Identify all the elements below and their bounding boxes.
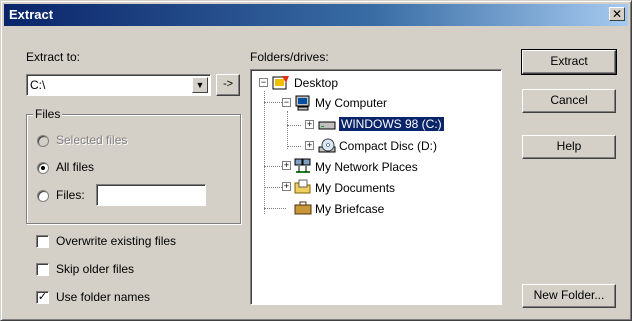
- skip-older-checkbox[interactable]: [36, 263, 49, 276]
- window-title: Extract: [9, 7, 54, 22]
- tree-line: [264, 102, 284, 103]
- help-button[interactable]: Help: [522, 135, 616, 159]
- use-folder-names-label: Use folder names: [56, 290, 151, 304]
- all-files-radio[interactable]: [37, 162, 49, 174]
- network-icon: [294, 158, 311, 173]
- tree-line: [287, 146, 301, 147]
- cd-drive-icon: [318, 138, 336, 153]
- chevron-down-icon[interactable]: ▼: [192, 77, 208, 93]
- files-pattern-input[interactable]: [96, 184, 206, 206]
- collapse-my-computer[interactable]: −: [282, 98, 291, 107]
- radio-selected-dot: [41, 166, 45, 170]
- collapse-desktop[interactable]: −: [259, 78, 268, 87]
- extract-button[interactable]: Extract: [521, 49, 617, 75]
- expand-network[interactable]: +: [282, 161, 291, 170]
- tree-line: [264, 166, 282, 167]
- extract-to-combo[interactable]: C:\ ▼: [26, 74, 211, 96]
- tree-node-my-computer[interactable]: My Computer: [315, 96, 387, 110]
- close-button[interactable]: ✕: [609, 7, 625, 21]
- desktop-icon: [272, 76, 289, 90]
- files-group-title: Files: [33, 107, 63, 121]
- new-folder-button[interactable]: New Folder...: [522, 284, 616, 308]
- extract-dialog: Extract ✕ Extract to: C:\ ▼ -> Files Sel…: [0, 0, 632, 321]
- cancel-button[interactable]: Cancel: [522, 89, 616, 113]
- documents-folder-icon: [294, 179, 311, 194]
- overwrite-label: Overwrite existing files: [56, 234, 177, 248]
- selected-files-label: Selected files: [56, 133, 128, 147]
- tree-node-c-drive[interactable]: WINDOWS 98 (C:): [338, 116, 445, 132]
- briefcase-icon: [294, 201, 312, 215]
- extract-to-label: Extract to:: [26, 50, 81, 64]
- tree-line: [264, 91, 265, 214]
- selected-files-radio[interactable]: [37, 135, 49, 147]
- tree-node-d-drive[interactable]: Compact Disc (D:): [339, 139, 437, 153]
- all-files-label: All files: [56, 160, 95, 174]
- tree-line: [287, 111, 288, 149]
- files-radio[interactable]: [37, 190, 49, 202]
- hard-drive-icon: [318, 121, 336, 130]
- files-label: Files:: [56, 188, 85, 202]
- tree-node-documents[interactable]: My Documents: [315, 181, 395, 195]
- overwrite-checkbox[interactable]: [36, 235, 49, 248]
- browse-button[interactable]: ->: [216, 74, 240, 96]
- tree-line: [264, 187, 282, 188]
- skip-older-label: Skip older files: [56, 262, 135, 276]
- computer-icon: [295, 95, 310, 111]
- expand-documents[interactable]: +: [282, 182, 291, 191]
- folders-label: Folders/drives:: [250, 50, 329, 64]
- tree-node-network[interactable]: My Network Places: [315, 160, 418, 174]
- title-bar: Extract ✕: [4, 4, 628, 26]
- use-folder-names-checkbox[interactable]: ✓: [36, 291, 49, 304]
- tree-node-briefcase[interactable]: My Briefcase: [315, 202, 384, 216]
- tree-node-desktop[interactable]: Desktop: [294, 76, 338, 90]
- expand-c-drive[interactable]: +: [305, 120, 314, 129]
- folder-tree-content: − Desktop − My Computer + WINDOWS 98 (C:…: [250, 69, 502, 305]
- tree-line: [287, 125, 301, 126]
- extract-to-value: C:\: [30, 78, 46, 92]
- tree-line: [264, 208, 286, 209]
- expand-d-drive[interactable]: +: [305, 141, 314, 150]
